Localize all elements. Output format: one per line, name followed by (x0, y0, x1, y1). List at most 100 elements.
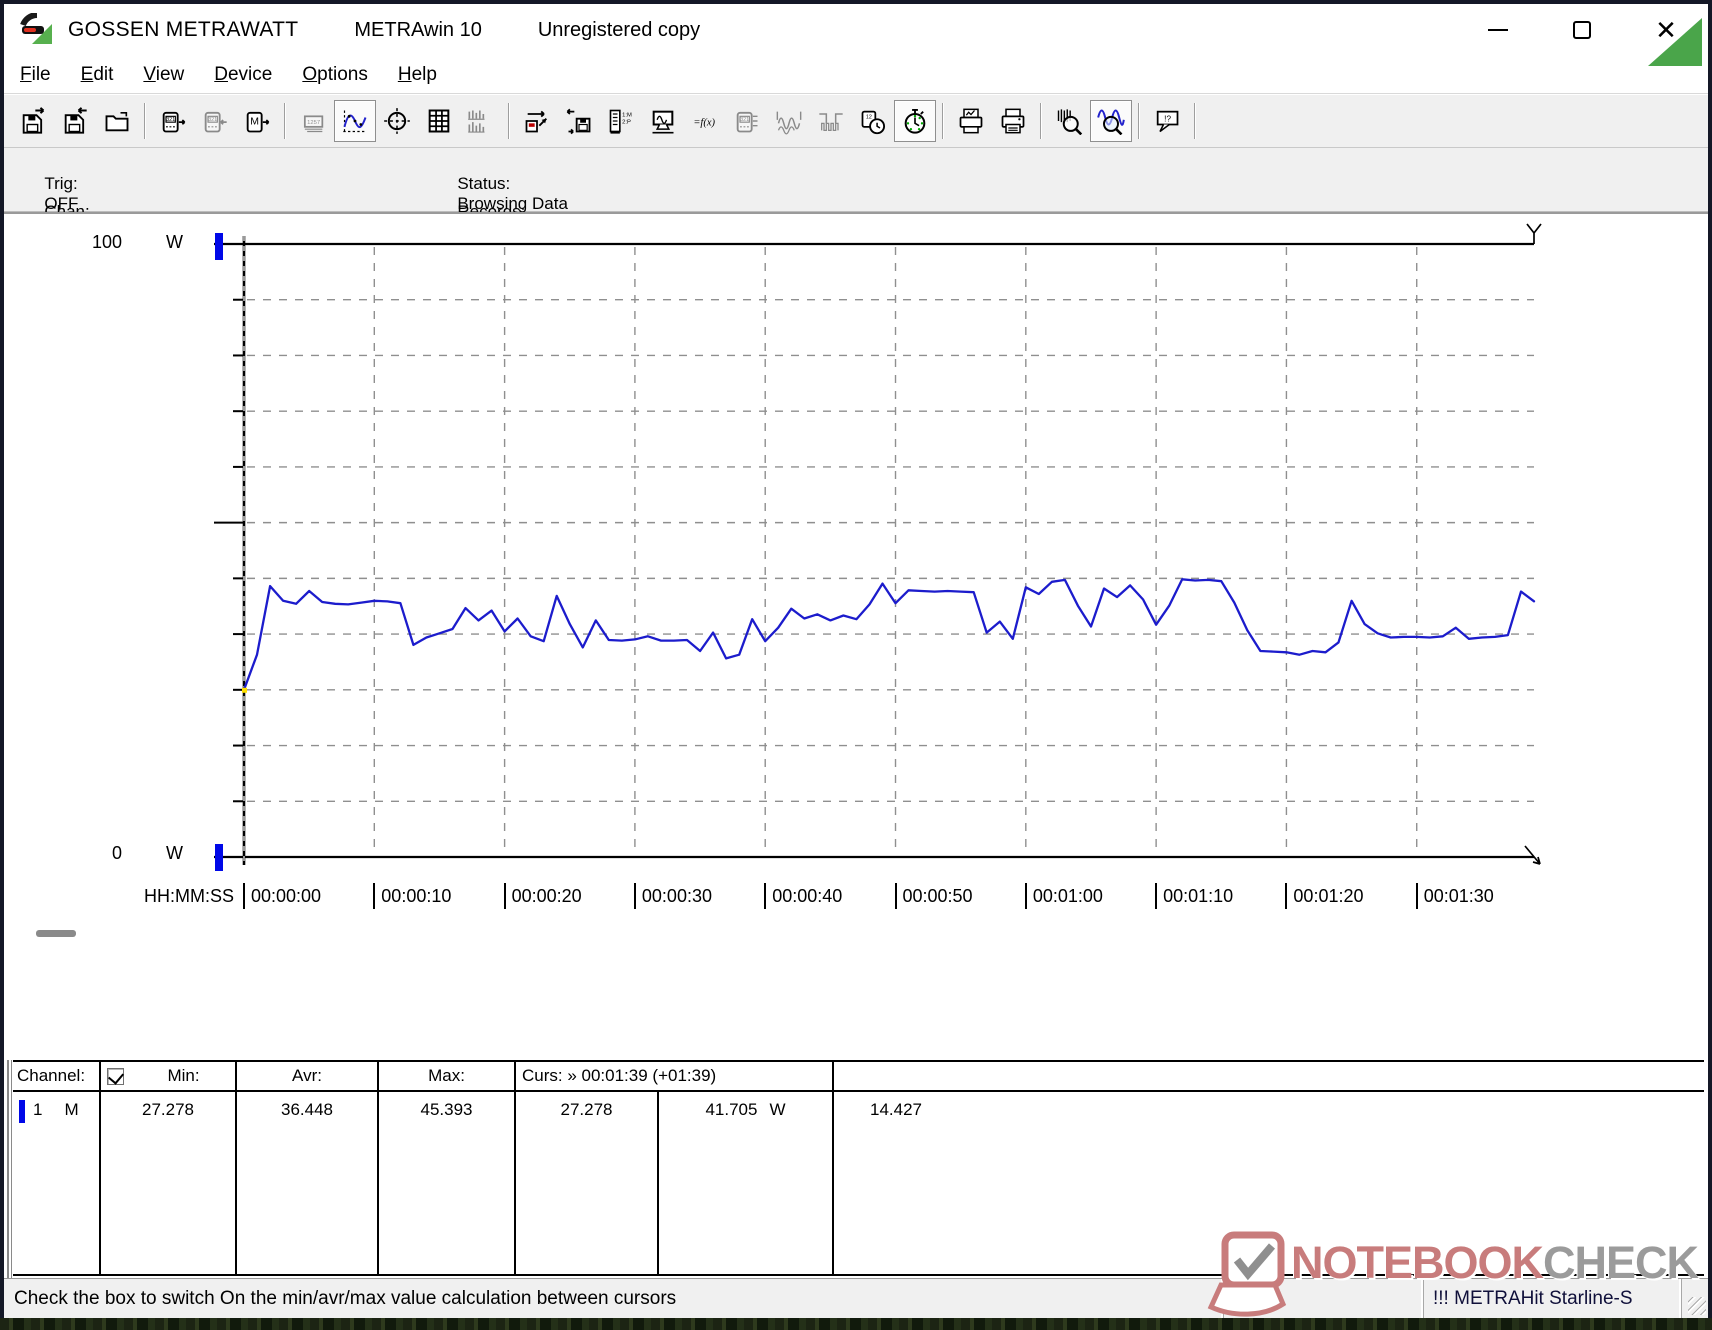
schedule-button[interactable]: 12 (852, 100, 894, 142)
fx-icon: =f(x) (691, 107, 719, 135)
toolbar-separator (144, 103, 146, 139)
zoomwave-icon (1097, 107, 1125, 135)
status-message: Check the box to switch On the min/avr/m… (4, 1279, 1223, 1318)
print-button[interactable] (992, 100, 1034, 142)
timer-button[interactable] (894, 100, 936, 142)
devsave-icon (565, 107, 593, 135)
crosshair-icon (383, 107, 411, 135)
memory-read-button[interactable]: M (236, 100, 278, 142)
device-link-button[interactable] (516, 100, 558, 142)
header-min-label: Min: (167, 1066, 199, 1086)
svg-text:2:P: 2:P (622, 119, 631, 125)
x-tick-mark (1155, 883, 1157, 909)
channel-color-marker (19, 1100, 25, 1123)
cell-min: 27.278 (101, 1092, 237, 1274)
svg-text:=f(x): =f(x) (693, 118, 715, 129)
horizontal-scroll-thumb[interactable] (36, 930, 76, 937)
table-view-button[interactable] (418, 100, 460, 142)
x-tick-mark (634, 883, 636, 909)
svg-text:321: 321 (740, 117, 749, 123)
envelope-view-button (810, 100, 852, 142)
x-tick-label: 00:01:20 (1293, 886, 1363, 907)
live-monitor-button[interactable] (642, 100, 684, 142)
y-unit-bottom: W (166, 843, 183, 864)
meter_in-icon: 321 (201, 107, 229, 135)
printprev-icon (957, 107, 985, 135)
menu-device[interactable]: Device (199, 64, 287, 86)
menu-edit[interactable]: Edit (66, 64, 129, 86)
header-channel: Channel: (13, 1062, 101, 1090)
zoom-in-button[interactable] (1090, 100, 1132, 142)
x-tick-mark (895, 883, 897, 909)
meter-read-button[interactable]: 321 (152, 100, 194, 142)
svg-text:!?: !? (1164, 115, 1171, 124)
x-tick-label: 00:00:30 (642, 886, 712, 907)
x-tick-label: 00:00:20 (512, 886, 582, 907)
zoom-out-button[interactable] (1048, 100, 1090, 142)
cell-avr: 36.448 (237, 1092, 379, 1274)
menu-help[interactable]: Help (383, 64, 452, 86)
pulse-icon (817, 107, 845, 135)
x-tick-label: 00:00:00 (251, 886, 321, 907)
devlink-icon (523, 107, 551, 135)
maximize-button[interactable] (1540, 4, 1624, 56)
y-unit-top: W (166, 232, 183, 253)
cursor-mode-button[interactable] (376, 100, 418, 142)
sine-icon (775, 107, 803, 135)
formula-button[interactable]: =f(x) (684, 100, 726, 142)
device-status-segment: !!! METRAHit Starline-S (1423, 1279, 1681, 1318)
resize-grip[interactable] (1688, 1297, 1706, 1315)
header-delta (834, 1062, 1704, 1090)
pane-splitter[interactable] (7, 1060, 12, 1278)
chart-view-button[interactable] (334, 100, 376, 142)
y-top-channel-marker[interactable] (215, 233, 223, 260)
floppy_out-icon (19, 107, 47, 135)
chart-panel: 100 W 0 W HH:MM:SS 00:00:0000:00:1000:00… (4, 212, 1708, 1060)
menu-view[interactable]: View (128, 64, 199, 86)
toolbar-separator (1138, 103, 1140, 139)
file-open-button[interactable] (96, 100, 138, 142)
table-row[interactable]: 1 M 27.278 36.448 45.393 27.278 41.705 W… (13, 1092, 1704, 1274)
meter321-icon: 321 (733, 107, 761, 135)
comment-button[interactable]: !? (1146, 100, 1188, 142)
power-trend-plot[interactable] (4, 214, 1708, 934)
x-tick-mark (243, 883, 245, 909)
channel-list-button[interactable]: 1:M2:P (600, 100, 642, 142)
print-preview-button[interactable] (950, 100, 992, 142)
y-max-label: 100 (64, 232, 122, 253)
minmax-checkbox[interactable] (107, 1068, 124, 1085)
menu-file[interactable]: File (4, 64, 66, 86)
resize-corner-icon[interactable] (1648, 18, 1702, 66)
cell-cursor2-value: 41.705 W (659, 1092, 834, 1274)
meter-config-button: 321 (726, 100, 768, 142)
toolbar: 321321M12571:M2:P=f(x)32112!? (4, 94, 1708, 148)
x-tick-label: 00:01:30 (1424, 886, 1494, 907)
bubble-icon: !? (1153, 107, 1181, 135)
x-tick-mark (1285, 883, 1287, 909)
x-tick-label: 00:00:10 (381, 886, 451, 907)
file-export-button[interactable] (12, 100, 54, 142)
x-tick-label: 00:01:00 (1033, 886, 1103, 907)
status-bar: Check the box to switch On the min/avr/m… (4, 1278, 1708, 1318)
x-axis-labels: HH:MM:SS 00:00:00 00:00:10 00:00:20 00:00:3… (4, 883, 1708, 917)
measurement-table: Channel: Min: Avr: Max: Curs: » 00:01:39… (13, 1060, 1704, 1276)
x-tick-label: 00:00:40 (772, 886, 842, 907)
minimize-button[interactable] (1456, 4, 1540, 56)
devclock-icon: 12 (859, 107, 887, 135)
menu-options[interactable]: Options (287, 64, 382, 86)
menu-bar: FileEditViewDeviceOptionsHelp (4, 56, 1708, 94)
meter-write-button: 321 (194, 100, 236, 142)
toolbar-separator (942, 103, 944, 139)
channel-number: 1 (33, 1100, 42, 1120)
x-tick-mark (1416, 883, 1418, 909)
file-import-button[interactable] (54, 100, 96, 142)
toolbar-separator (1194, 103, 1196, 139)
svg-text:M: M (250, 116, 259, 128)
y-bottom-channel-marker[interactable] (215, 844, 223, 871)
acquisition-info-strip: Trig: OFF Chan: 123456789 Status: Browsi… (4, 148, 1708, 212)
device-store-button[interactable] (558, 100, 600, 142)
x-axis-format-label: HH:MM:SS (4, 886, 234, 907)
header-min: Min: (101, 1062, 237, 1090)
x-tick-label: 00:00:50 (903, 886, 973, 907)
floppy_in-icon (61, 107, 89, 135)
